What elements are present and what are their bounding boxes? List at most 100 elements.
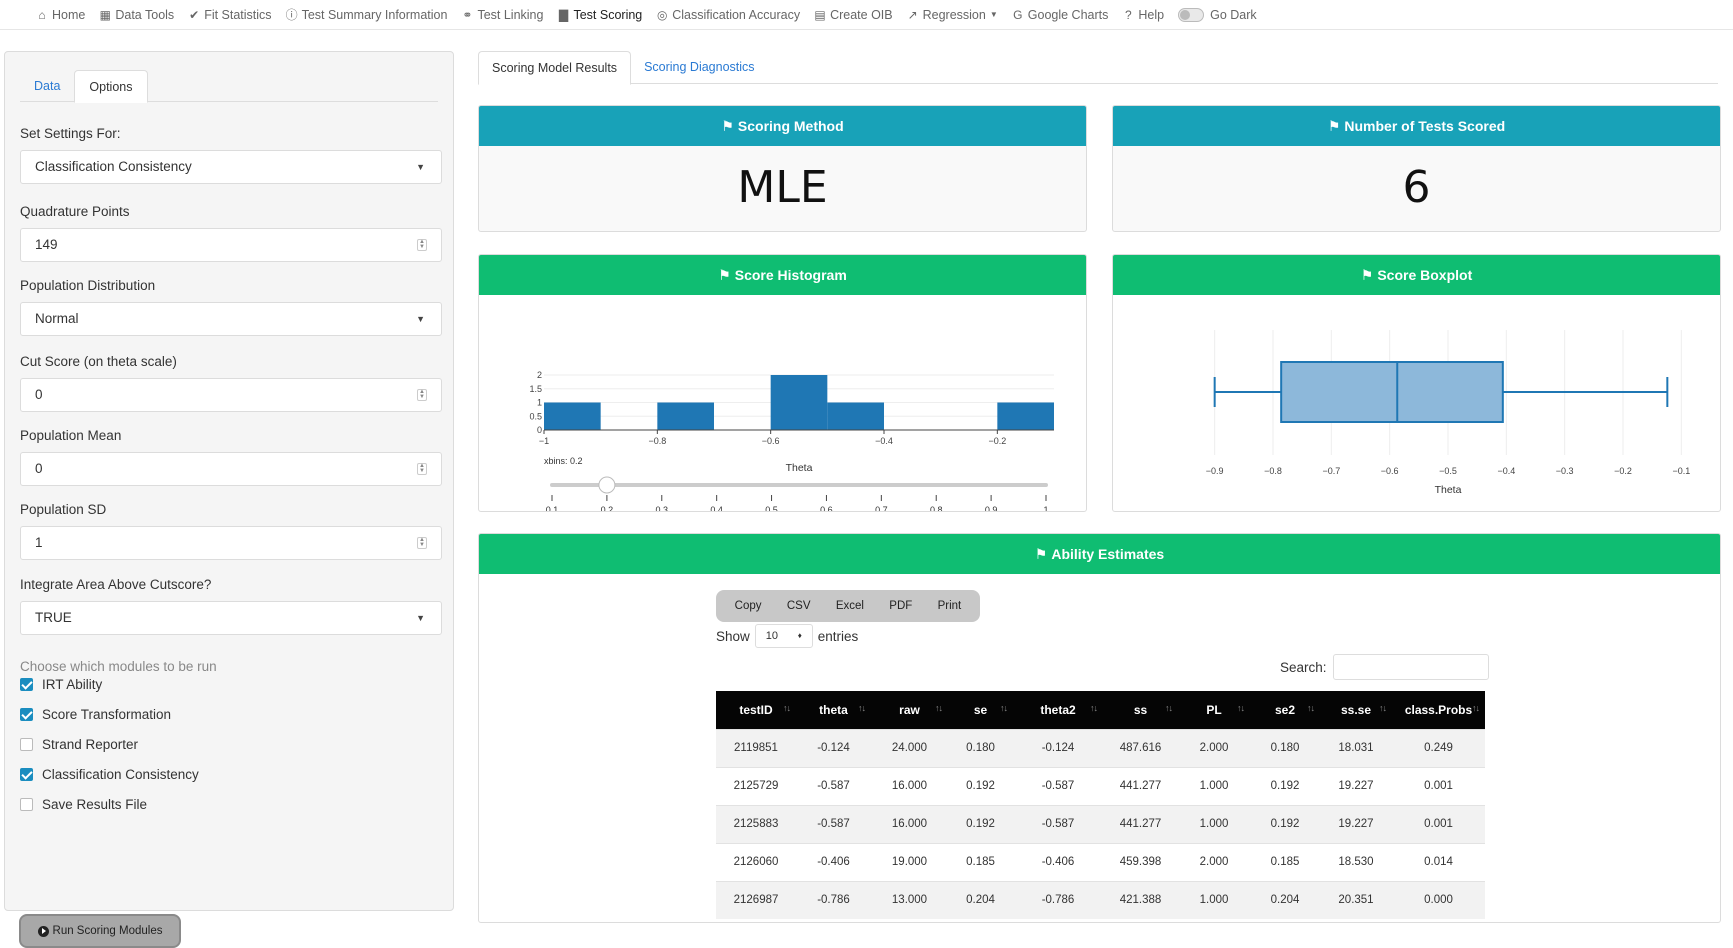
checkbox[interactable] bbox=[20, 708, 33, 721]
column-header-theta[interactable]: theta ↑↓ bbox=[796, 691, 871, 729]
histogram-bar bbox=[544, 402, 601, 430]
column-header-label: testID bbox=[739, 702, 773, 717]
settings-for-select[interactable]: Classification Consistency ▼ bbox=[20, 150, 442, 184]
column-header-ss[interactable]: ss ↑↓ bbox=[1103, 691, 1178, 729]
nav-home[interactable]: ⌂ Home bbox=[36, 8, 85, 22]
y-tick-label: 1 bbox=[537, 398, 542, 408]
column-header-se[interactable]: se ↑↓ bbox=[948, 691, 1013, 729]
nav-test-scoring[interactable]: ▇ Test Scoring bbox=[557, 8, 642, 22]
population-mean-input[interactable]: 0 ▲ ▼ bbox=[20, 452, 442, 486]
cut-score-input[interactable]: 0 ▲ ▼ bbox=[20, 378, 442, 412]
table-cell: 441.277 bbox=[1103, 804, 1178, 843]
sort-icon: ↑↓ bbox=[1307, 703, 1315, 713]
flag-icon: ⚑ bbox=[1360, 267, 1374, 283]
column-header-testid[interactable]: testID ↑↓ bbox=[716, 691, 796, 729]
tab-data[interactable]: Data bbox=[20, 70, 74, 102]
spinner-icon[interactable]: ▲ ▼ bbox=[417, 537, 427, 549]
export-csv-button[interactable]: CSV bbox=[787, 600, 811, 612]
table-row[interactable]: 2126987 -0.786 13.000 0.204 -0.786 421.388 1.0… bbox=[716, 880, 1485, 919]
nav-google-charts[interactable]: G Google Charts bbox=[1012, 8, 1108, 22]
module-checkbox-row[interactable]: Strand Reporter bbox=[20, 737, 138, 752]
table-row[interactable]: 2119851 -0.124 24.000 0.180 -0.124 487.616 2.0… bbox=[716, 728, 1485, 767]
table-search: Search: bbox=[1280, 654, 1489, 680]
spinner-icon[interactable]: ▲ ▼ bbox=[417, 463, 427, 475]
table-cell: 0.000 bbox=[1392, 880, 1485, 919]
nav-regression[interactable]: ↗ Regression ▼ bbox=[907, 8, 998, 22]
column-header-pl[interactable]: PL ↑↓ bbox=[1178, 691, 1250, 729]
spinner-icon[interactable]: ▲ ▼ bbox=[417, 239, 427, 251]
sort-icon: ↑↓ bbox=[1000, 703, 1008, 713]
run-scoring-modules-button[interactable]: Run Scoring Modules bbox=[19, 914, 181, 948]
integrate-select[interactable]: TRUE ▼ bbox=[20, 601, 442, 635]
tab-scoring-model-results[interactable]: Scoring Model Results bbox=[478, 51, 632, 85]
table-cell: 19.000 bbox=[871, 842, 948, 881]
x-tick-label: −0.4 bbox=[875, 436, 893, 446]
x-tick-label: −0.1 bbox=[1672, 466, 1690, 476]
tab-options[interactable]: Options bbox=[74, 70, 148, 103]
table-cell: 2125729 bbox=[716, 766, 796, 805]
boxplot-chart[interactable]: −0.9 −0.8 −0.7 −0.6 −0.5 −0.4 −0.3 −0.2 −0.1 Thet… bbox=[1113, 295, 1721, 512]
settings-for-value: Classification Consistency bbox=[35, 159, 192, 174]
nav-data-tools[interactable]: ▦ Data Tools bbox=[99, 8, 175, 22]
module-checkbox-row[interactable]: Save Results File bbox=[20, 797, 147, 812]
histogram-bar bbox=[827, 402, 884, 430]
export-pdf-button[interactable]: PDF bbox=[889, 600, 912, 612]
x-tick-label: −0.9 bbox=[1206, 466, 1224, 476]
table-row[interactable]: 2126060 -0.406 19.000 0.185 -0.406 459.398 2.0… bbox=[716, 842, 1485, 881]
population-distribution-value: Normal bbox=[35, 311, 79, 326]
export-excel-button[interactable]: Excel bbox=[836, 600, 864, 612]
table-cell: 2119851 bbox=[716, 728, 796, 767]
x-tick-label: −0.2 bbox=[1614, 466, 1632, 476]
main-tabs: Scoring Model Results Scoring Diagnostic… bbox=[478, 51, 1718, 85]
toggle-switch-icon bbox=[1178, 7, 1205, 22]
nav-create-oib[interactable]: ▤ Create OIB bbox=[814, 8, 892, 22]
column-header-label: theta bbox=[819, 702, 848, 717]
info-icon: ⓘ bbox=[285, 8, 298, 22]
spinner-icon[interactable]: ▲ ▼ bbox=[417, 389, 427, 401]
chart-bar-icon: ▇ bbox=[558, 7, 569, 22]
quadrature-input[interactable]: 149 ▲ ▼ bbox=[20, 228, 442, 262]
integrate-value: TRUE bbox=[35, 610, 72, 625]
export-print-button[interactable]: Print bbox=[938, 600, 962, 612]
column-header-theta2[interactable]: theta2 ↑↓ bbox=[1013, 691, 1103, 729]
tests-scored-value: 6 bbox=[1402, 162, 1431, 213]
table-cell: 13.000 bbox=[871, 880, 948, 919]
x-axis-title: Theta bbox=[786, 462, 813, 474]
module-checkbox-row[interactable]: IRT Ability bbox=[20, 677, 102, 692]
checkbox[interactable] bbox=[20, 738, 33, 751]
go-dark-toggle[interactable]: Go Dark bbox=[1178, 7, 1257, 22]
module-label: Save Results File bbox=[42, 797, 148, 812]
column-header-class-probs[interactable]: class.Probs ↑↓ bbox=[1392, 691, 1485, 729]
module-checkbox-row[interactable]: Classification Consistency bbox=[20, 767, 199, 782]
module-checkbox-row[interactable]: Score Transformation bbox=[20, 707, 171, 722]
export-copy-button[interactable]: Copy bbox=[735, 600, 762, 612]
column-header-raw[interactable]: raw ↑↓ bbox=[871, 691, 948, 729]
slider-tick-label: 0.6 bbox=[820, 505, 833, 512]
nav-test-summary-information[interactable]: ⓘ Test Summary Information bbox=[286, 6, 448, 23]
population-distribution-label: Population Distribution bbox=[20, 278, 156, 293]
population-sd-input[interactable]: 1 ▲ ▼ bbox=[20, 526, 442, 560]
tab-scoring-diagnostics[interactable]: Scoring Diagnostics bbox=[631, 51, 767, 84]
nav-fit-statistics[interactable]: ✔ Fit Statistics bbox=[188, 8, 271, 22]
entries-select[interactable]: 10 bbox=[754, 624, 813, 648]
table-row[interactable]: 2125883 -0.587 16.000 0.192 -0.587 441.277 1.0… bbox=[716, 804, 1485, 843]
nav-help[interactable]: ? Help bbox=[1122, 8, 1164, 22]
table-cell: 0.204 bbox=[1250, 880, 1320, 919]
checkbox[interactable] bbox=[20, 678, 33, 691]
checkbox[interactable] bbox=[20, 768, 33, 781]
table-cell: 0.185 bbox=[948, 842, 1013, 881]
search-label: Search: bbox=[1280, 659, 1327, 675]
column-header-ss-se[interactable]: ss.se ↑↓ bbox=[1320, 691, 1392, 729]
table-cell: 421.388 bbox=[1103, 880, 1178, 919]
column-header-se2[interactable]: se2 ↑↓ bbox=[1250, 691, 1320, 729]
checkbox[interactable] bbox=[20, 798, 33, 811]
nav-test-linking[interactable]: ⚭ Test Linking bbox=[461, 8, 543, 22]
search-input[interactable] bbox=[1332, 654, 1489, 680]
nav-classification-accuracy[interactable]: ◎ Classification Accuracy bbox=[656, 8, 800, 22]
population-distribution-select[interactable]: Normal ▼ bbox=[20, 302, 442, 336]
table-row[interactable]: 2125729 -0.587 16.000 0.192 -0.587 441.277 1.0… bbox=[716, 766, 1485, 805]
flag-icon: ⚑ bbox=[718, 267, 731, 283]
slider-handle[interactable] bbox=[598, 476, 616, 494]
sidebar-tabs: Data Options bbox=[20, 70, 438, 103]
histogram-chart[interactable]: 0 0.5 1 1.5 2 −1 −0.8 −0.6 −0.4 −0.2 Theta xbins: 0… bbox=[479, 295, 1087, 512]
